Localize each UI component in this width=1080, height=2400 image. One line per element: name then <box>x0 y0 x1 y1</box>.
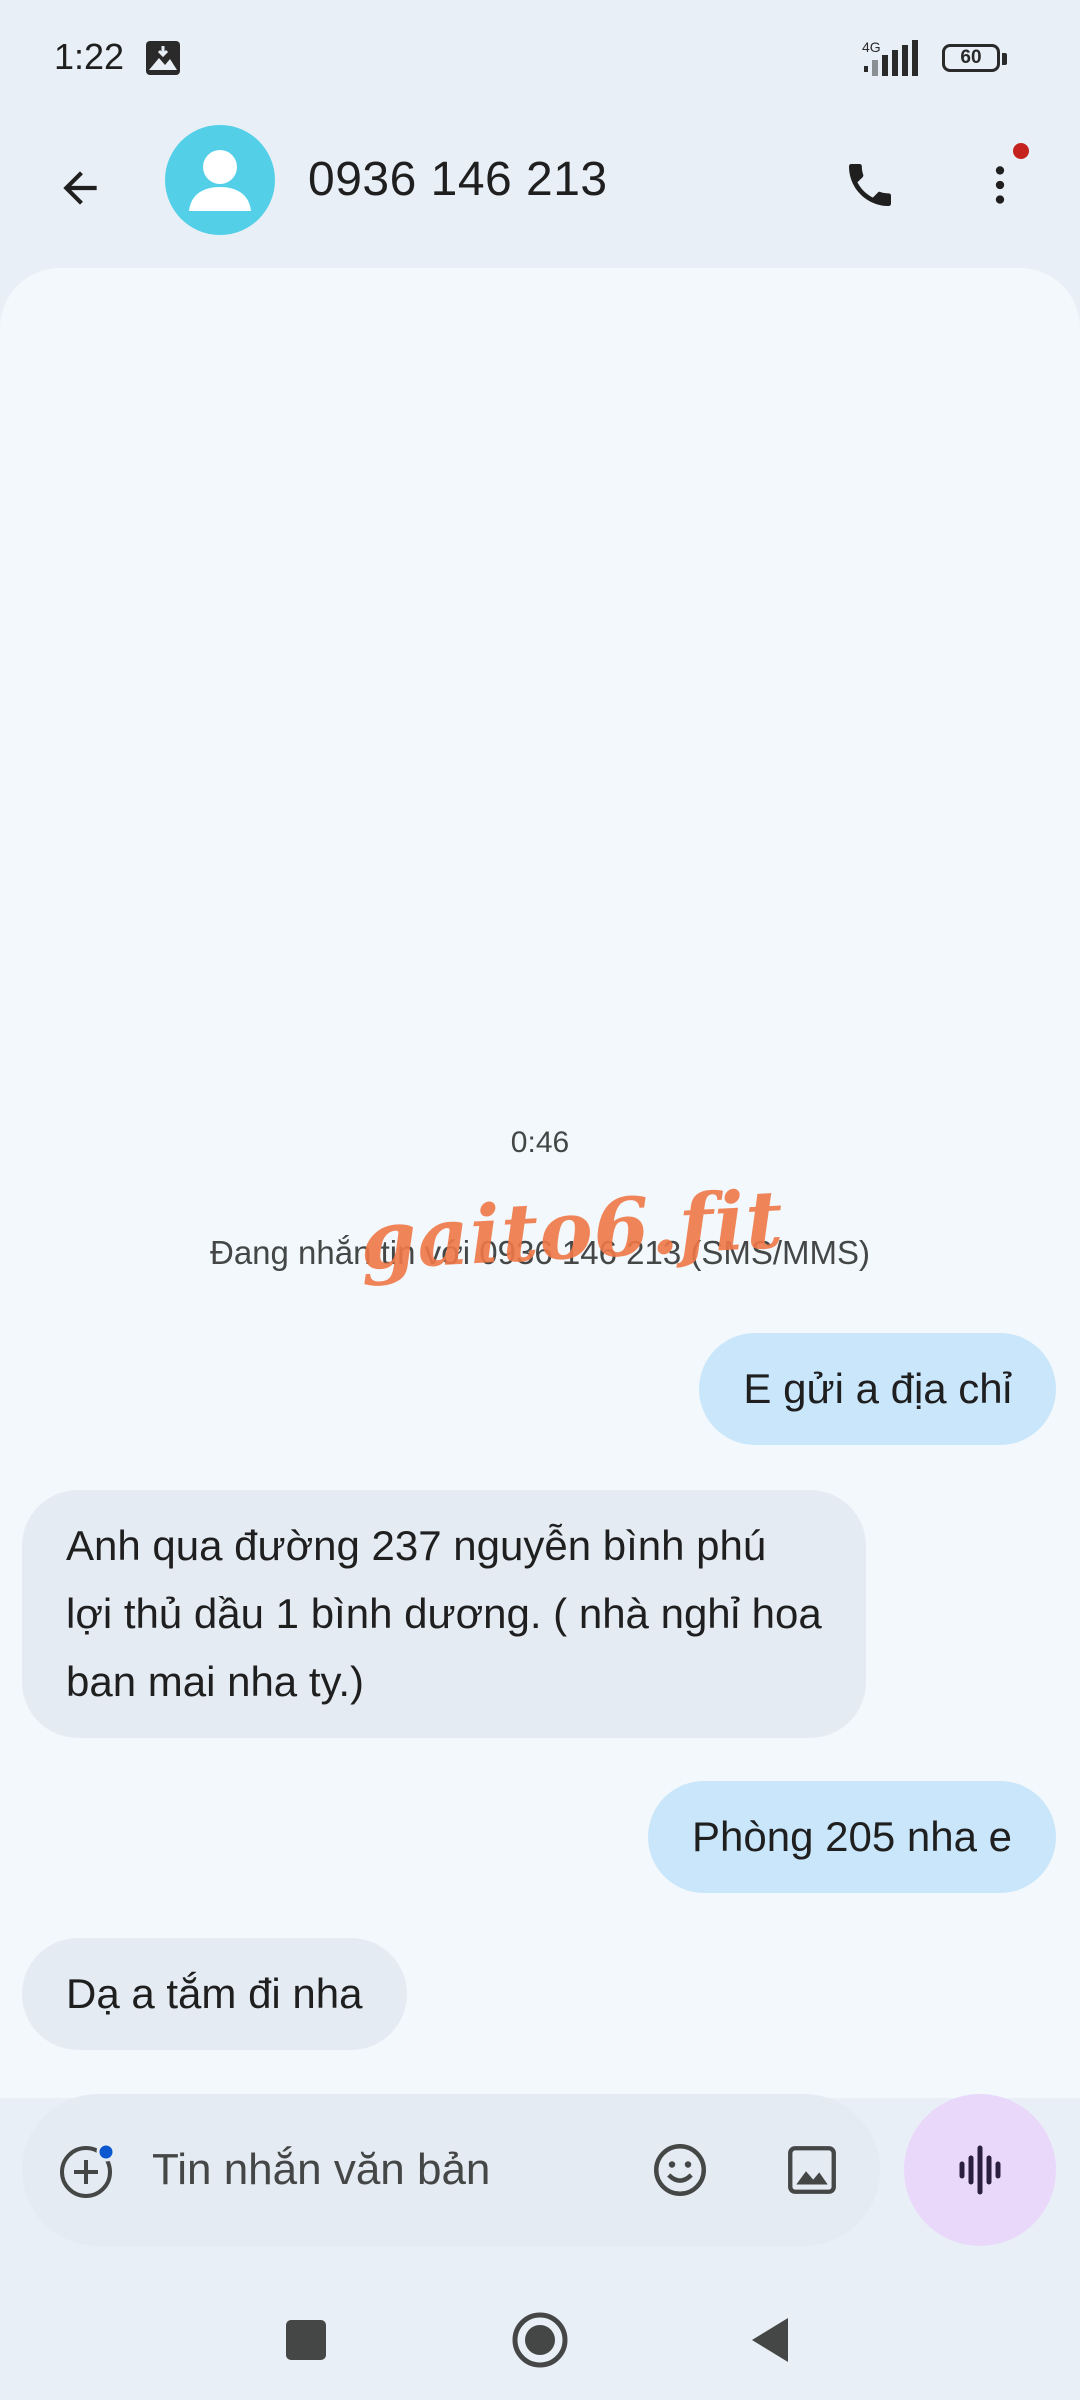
message-bubble-incoming[interactable]: Anh qua đường 237 nguyễn bình phú lợi th… <box>22 1490 866 1738</box>
emoji-button[interactable] <box>642 2132 718 2208</box>
battery-icon: 60 <box>942 44 1008 76</box>
signal-4g-icon: 4G <box>862 39 918 76</box>
attach-button[interactable] <box>52 2134 124 2206</box>
message-bubble-outgoing[interactable]: Phòng 205 nha e <box>648 1781 1056 1893</box>
phone-icon <box>849 164 891 206</box>
back-arrow-icon <box>63 171 97 205</box>
message-input[interactable] <box>152 2134 632 2206</box>
message-timestamp: 0:46 <box>510 1126 570 1159</box>
nav-recents-button[interactable] <box>266 2300 346 2380</box>
compose-bar <box>22 2094 880 2246</box>
message-bubble-incoming[interactable]: Dạ a tắm đi nha <box>22 1938 407 2050</box>
conversation-header: 0936 146 213 <box>0 120 1080 270</box>
back-button[interactable] <box>40 148 120 228</box>
attach-add-icon <box>60 2142 116 2198</box>
call-button[interactable] <box>830 145 910 225</box>
home-circle-icon <box>512 2312 568 2368</box>
battery-level: 60 <box>960 47 982 68</box>
gallery-icon <box>788 2146 836 2194</box>
status-time: 1:22 <box>54 36 125 77</box>
contact-avatar[interactable] <box>165 125 275 235</box>
emoji-icon <box>654 2144 706 2196</box>
voice-message-button[interactable] <box>904 2094 1056 2246</box>
photo-download-icon <box>146 41 180 75</box>
message-bubble-outgoing[interactable]: E gửi a địa chỉ <box>699 1333 1056 1445</box>
gallery-button[interactable] <box>774 2132 850 2208</box>
message-list[interactable]: 0:46 Đang nhắn tin với 0936 146 213 (SMS… <box>0 268 1080 2098</box>
network-type: 4G <box>862 39 881 55</box>
contact-name[interactable]: 0936 146 213 <box>308 152 608 207</box>
more-vert-icon <box>995 166 1005 204</box>
nav-back-button[interactable] <box>730 2300 810 2380</box>
more-options-button[interactable] <box>960 145 1040 225</box>
notification-dot <box>1013 143 1029 159</box>
voice-waveform-icon <box>959 2145 1001 2195</box>
recents-square-icon <box>286 2320 326 2360</box>
status-bar: 1:22 4G 60 <box>0 0 1080 120</box>
back-triangle-icon <box>752 2318 788 2362</box>
system-nav-bar <box>0 2260 1080 2400</box>
avatar-person-icon <box>189 150 251 211</box>
nav-home-button[interactable] <box>500 2300 580 2380</box>
